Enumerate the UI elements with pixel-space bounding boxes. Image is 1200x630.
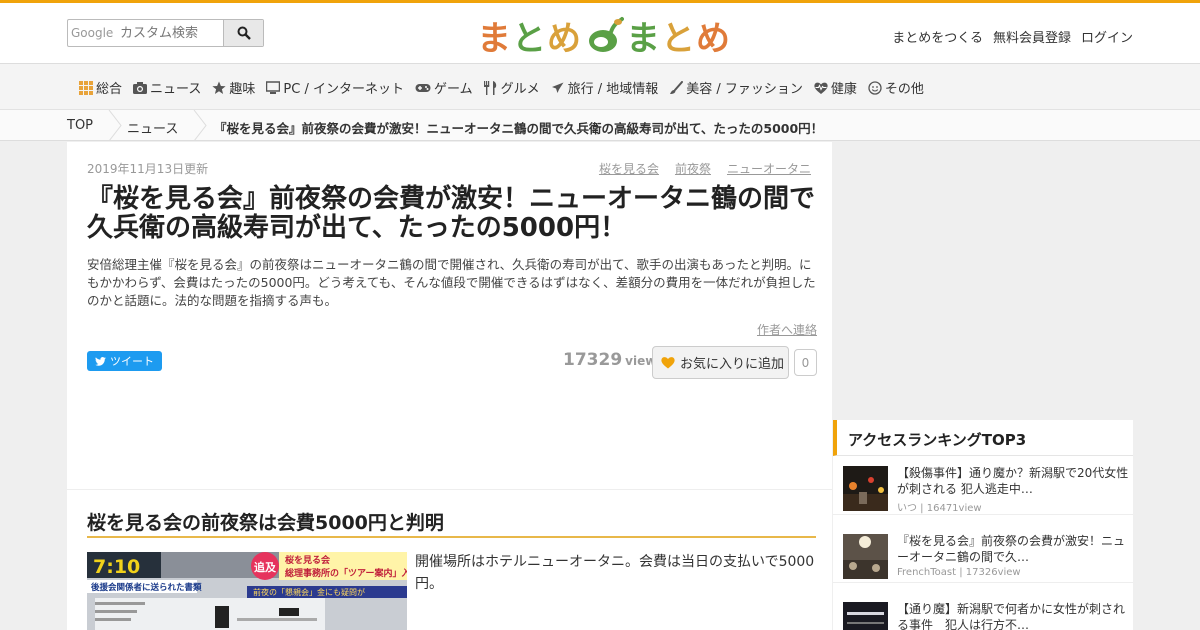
view-count: 17329 view xyxy=(563,350,656,370)
header-links: まとめをつくる 無料会員登録 ログイン xyxy=(892,27,1133,46)
tv-caption-1: 桜を見る会 xyxy=(285,554,331,566)
nav-label: 旅行 / 地域情報 xyxy=(567,82,659,97)
ranking-item-meta: FrenchToast | 17326view xyxy=(897,567,1021,578)
nav-item-pc-internet[interactable]: PC / インターネット xyxy=(266,78,404,97)
news-screenshot-image: 7:10 追及 桜を見る会 総理事務所の「ツアー案内」入手 後援会関係者に送られ… xyxy=(87,552,407,630)
nav-label: PC / インターネット xyxy=(283,82,404,97)
ranking-thumbnail xyxy=(843,466,888,511)
tweet-button[interactable]: ツイート xyxy=(87,351,162,371)
ranking-title: アクセスランキングTOP3 xyxy=(833,420,1133,456)
updated-date: 2019年11月13日更新 xyxy=(87,162,209,176)
smile-icon xyxy=(868,80,882,95)
twitter-bird-icon xyxy=(95,356,106,366)
tv-strip: 後援会関係者に送られた書類 xyxy=(91,582,202,593)
nav-label: その他 xyxy=(884,82,924,97)
nav-label: 趣味 xyxy=(229,82,256,97)
tweet-label: ツイート xyxy=(110,355,154,368)
view-count-number: 17329 xyxy=(563,350,623,370)
breadcrumb-top[interactable]: TOP xyxy=(67,118,93,133)
plane-icon xyxy=(551,82,564,93)
tag-link[interactable]: 桜を見る会 xyxy=(599,160,659,177)
search-icon xyxy=(237,26,251,40)
nav-item-hobby[interactable]: 趣味 xyxy=(212,78,255,97)
breadcrumb-separator-icon xyxy=(193,110,207,141)
nav-label: ニュース xyxy=(150,82,202,97)
register-link[interactable]: 無料会員登録 xyxy=(993,27,1071,46)
ranking-item[interactable]: 『桜を見る会』前夜祭の会費が激安！ニューオータニ鶴の間で久… FrenchToa… xyxy=(833,525,1133,583)
brush-icon xyxy=(670,80,684,94)
star-icon xyxy=(212,81,226,94)
camera-icon xyxy=(133,81,148,94)
breadcrumb-category[interactable]: ニュース xyxy=(127,118,178,137)
logo-sprout-icon xyxy=(589,17,624,52)
create-matome-link[interactable]: まとめをつくる xyxy=(892,27,983,46)
search-button[interactable] xyxy=(223,20,263,46)
section-heading: 桜を見る会の前夜祭は会費5000円と判明 xyxy=(87,508,816,538)
grid-icon xyxy=(79,80,93,95)
nav-item-general[interactable]: 総合 xyxy=(79,78,122,97)
nav-item-game[interactable]: ゲーム xyxy=(415,78,473,97)
logo-char: め xyxy=(696,18,731,59)
search-input[interactable] xyxy=(68,20,224,46)
nav-label: 美容 / ファッション xyxy=(686,82,803,97)
ranking-item-meta: いつ | 16471view xyxy=(897,503,982,514)
site-logo[interactable]: ま と め ま と め xyxy=(477,13,731,59)
add-favorite-label: お気に入りに追加 xyxy=(680,357,785,372)
ranking-thumbnail xyxy=(843,534,888,579)
tv-note: 前夜の「懇親会」金にも疑問が xyxy=(253,587,365,597)
nav-item-gourmet[interactable]: グルメ xyxy=(483,78,540,97)
ranking-thumbnail xyxy=(843,602,888,630)
logo-char: と xyxy=(661,18,696,59)
breadcrumb-separator-icon xyxy=(108,110,122,141)
logo-char: め xyxy=(547,18,582,59)
tag-link[interactable]: 前夜祭 xyxy=(675,160,711,177)
favorite-count: 0 xyxy=(794,349,817,376)
nav-label: ゲーム xyxy=(433,82,473,97)
login-link[interactable]: ログイン xyxy=(1081,27,1133,46)
ranking-item-title: 【殺傷事件】通り魔か？新潟駅で20代女性が刺される 犯人逃走中… xyxy=(897,466,1129,496)
access-ranking: アクセスランキングTOP3 【殺傷事件】通り魔か？新潟駅で20代女性が刺される … xyxy=(833,420,1133,630)
nav-item-other[interactable]: その他 xyxy=(868,78,924,97)
monitor-icon xyxy=(266,80,281,94)
utensils-icon xyxy=(483,80,496,95)
category-nav: 総合 ニュース 趣味 PC / インターネット ゲーム グルメ 旅行 / 地域情… xyxy=(0,64,1200,110)
ranking-item[interactable]: 【殺傷事件】通り魔か？新潟駅で20代女性が刺される 犯人逃走中… いつ | 16… xyxy=(833,457,1133,515)
article-lead: 安倍総理主催『桜を見る会』の前夜祭はニューオータニ鶴の間で開催され、久兵衛の寿司… xyxy=(87,257,816,308)
gamepad-icon xyxy=(415,83,431,92)
logo-char: ま xyxy=(626,18,661,59)
nav-item-travel[interactable]: 旅行 / 地域情報 xyxy=(551,78,659,97)
heart-icon xyxy=(661,357,675,369)
breadcrumb-current: 『桜を見る会』前夜祭の会費が激安！ニューオータニ鶴の間で久兵衛の高級寿司が出て、… xyxy=(214,121,824,136)
site-header: Google ま と め ま と め まとめをつくる 無料会員登録 ログイン xyxy=(0,0,1200,64)
nav-item-health[interactable]: 健康 xyxy=(814,78,857,97)
tag-link[interactable]: ニューオータニ xyxy=(727,160,811,177)
ranking-item-title: 『桜を見る会』前夜祭の会費が激安！ニューオータニ鶴の間で久… xyxy=(897,534,1126,564)
divider xyxy=(67,489,832,490)
article-title: 『桜を見る会』前夜祭の会費が激安！ニューオータニ鶴の間で久兵衛の高級寿司が出て、… xyxy=(87,184,816,243)
add-favorite-button[interactable]: お気に入りに追加 xyxy=(652,346,789,379)
search-box: Google xyxy=(67,19,264,47)
tv-caption-2: 総理事務所の「ツアー案内」入手 xyxy=(285,567,407,579)
logo-char: と xyxy=(512,18,547,59)
tv-tag: 追及 xyxy=(254,560,277,574)
nav-item-beauty[interactable]: 美容 / ファッション xyxy=(669,78,803,97)
nav-label: グルメ xyxy=(500,82,540,97)
ranking-item-title: 【通り魔】新潟駅で何者かに女性が刺される事件 犯人は行方不… xyxy=(897,602,1126,630)
nav-label: 健康 xyxy=(830,82,857,97)
heart-pulse-icon xyxy=(814,82,828,94)
section-text: 開催場所はホテルニューオータニ。会費は当日の支払いで5000円。 xyxy=(415,554,815,592)
article: 2019年11月13日更新 桜を見る会 前夜祭 ニューオータニ 『桜を見る会』前… xyxy=(67,142,832,630)
logo-char: ま xyxy=(477,18,512,59)
breadcrumb: TOP ニュース 『桜を見る会』前夜祭の会費が激安！ニューオータニ鶴の間で久兵衛… xyxy=(0,110,1200,141)
contact-author-link[interactable]: 作者へ連絡 xyxy=(757,321,817,338)
ranking-item[interactable]: 【通り魔】新潟駅で何者かに女性が刺される事件 犯人は行方不… xyxy=(833,593,1133,630)
tv-time: 7:10 xyxy=(93,556,140,578)
nav-item-news[interactable]: ニュース xyxy=(133,78,201,97)
tv-news-capture: 7:10 追及 桜を見る会 総理事務所の「ツアー案内」入手 後援会関係者に送られ… xyxy=(87,552,407,630)
nav-label: 総合 xyxy=(96,82,123,97)
tag-list: 桜を見る会 前夜祭 ニューオータニ xyxy=(599,160,811,177)
